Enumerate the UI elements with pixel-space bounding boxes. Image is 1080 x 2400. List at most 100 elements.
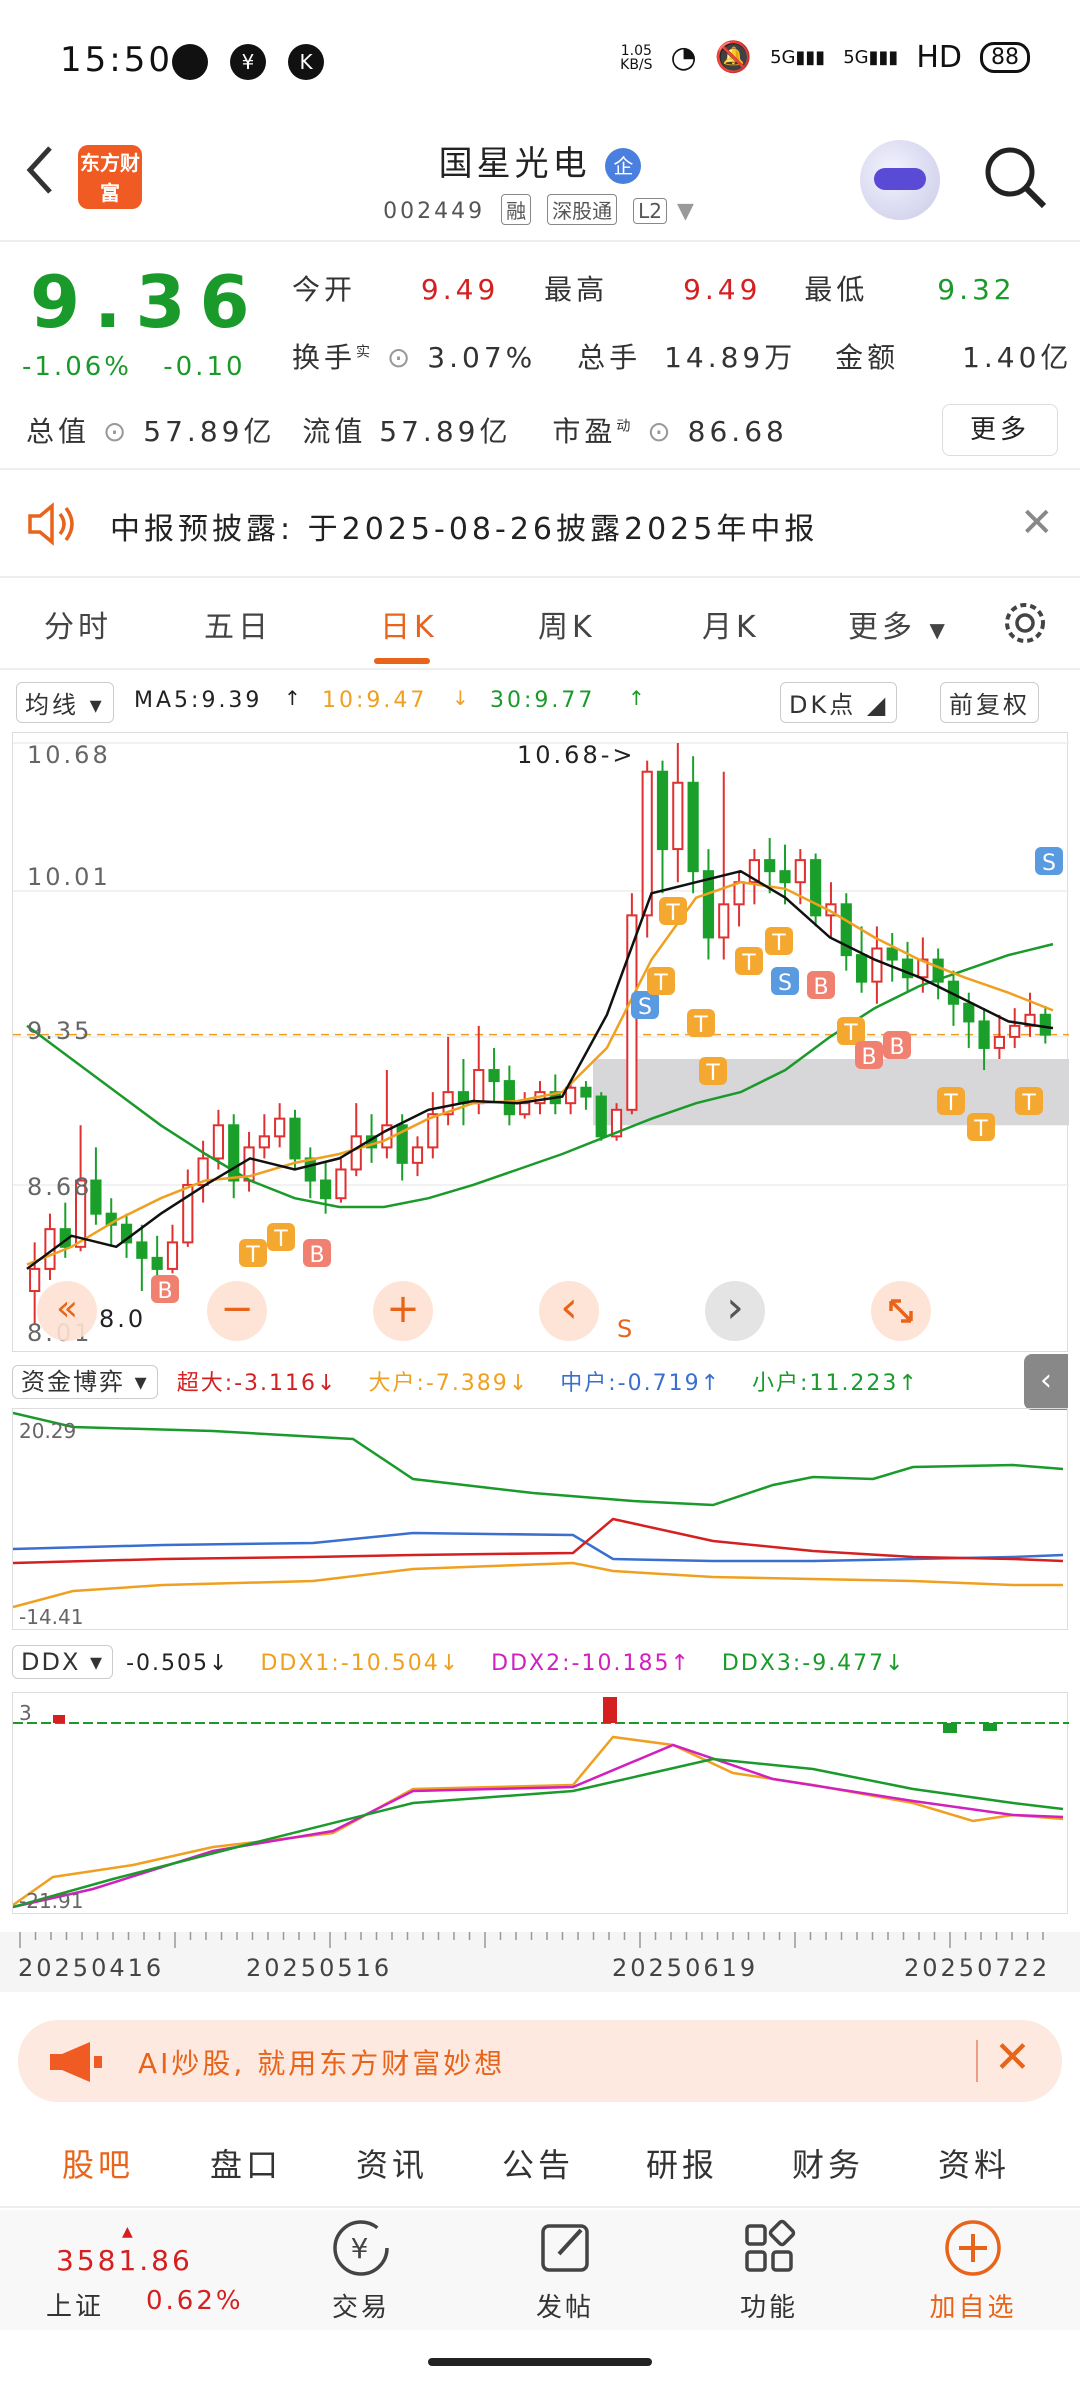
marker-label: T <box>653 971 668 996</box>
tag-margin: 融 <box>501 194 532 225</box>
candle-body <box>1039 1013 1051 1036</box>
ind1-top: 20.29 <box>19 1419 77 1443</box>
tab-weekly-k[interactable]: 周K <box>538 602 596 646</box>
candle-body <box>320 1179 332 1200</box>
arrow-up-icon: ↑ <box>284 686 304 710</box>
ddx3-value: DDX3:-9.477 <box>721 1651 886 1676</box>
stock-code: 002449 <box>383 199 486 224</box>
super-line <box>12 1517 1064 1565</box>
ddx-svg <box>12 1697 1069 1909</box>
tab-five-day[interactable]: 五日 <box>204 602 272 646</box>
ma-selector[interactable]: 均线 ▾ <box>16 682 114 723</box>
candle-body <box>886 947 898 961</box>
tab-daily-k[interactable]: 日K <box>380 602 438 646</box>
tab-more[interactable]: 更多 ▼ <box>848 602 949 646</box>
svg-text:¥: ¥ <box>351 2232 372 2265</box>
candle-body <box>488 1069 500 1083</box>
ai-banner-text: AI炒股, 就用东方财富妙想 <box>138 2047 506 2080</box>
candle-body <box>718 903 730 939</box>
k-app-icon: K <box>288 44 324 80</box>
adjust-selector[interactable]: 前复权 <box>940 682 1039 723</box>
candle-body <box>503 1080 515 1116</box>
tab-announcements[interactable]: 公告 <box>502 2140 574 2186</box>
ai-assistant-avatar[interactable] <box>860 140 940 220</box>
function-button[interactable]: 功能 <box>704 2210 834 2330</box>
notice-bar[interactable]: 中报预披露: 于2025-08-26披露2025年中报 ✕ <box>0 472 1080 578</box>
ddx-bar <box>983 1723 997 1731</box>
ddx-bar <box>603 1697 617 1723</box>
fund-flow-chart[interactable]: 20.29 -14.41 <box>12 1408 1068 1630</box>
post-button[interactable]: 发帖 <box>500 2210 630 2330</box>
fullscreen-button[interactable] <box>871 1281 931 1341</box>
stock-header: 东方财富 国星光电 企 002449 融 深股通 L2 ▼ <box>0 120 1080 242</box>
indicator2-selector[interactable]: DDX ▾ <box>12 1645 114 1679</box>
price-change: -1.06% -0.10 <box>22 352 246 382</box>
index-ticker[interactable]: ▲ 3581.86 上证 0.62% <box>46 2224 246 2324</box>
candle-body <box>1009 1024 1021 1038</box>
dk-selector[interactable]: DK点 ◢ <box>780 682 898 723</box>
tab-intraday[interactable]: 分时 <box>44 602 112 646</box>
indicator1-row: 资金博弈 ▾ 超大:-3.116↓ 大户:-7.389↓ 中户:-0.719↑ … <box>12 1362 919 1399</box>
zoom-out-button[interactable]: − <box>207 1281 267 1341</box>
side-collapse-button[interactable]: ‹ <box>1024 1354 1068 1410</box>
tab-finance[interactable]: 财务 <box>792 2140 864 2186</box>
notice-text: 中报预披露: 于2025-08-26披露2025年中报 <box>110 512 819 547</box>
candle-body <box>411 1146 424 1164</box>
indicator1-selector[interactable]: 资金博弈 ▾ <box>12 1365 158 1399</box>
content-tabs: 股吧 盘口 资讯 公告 研报 财务 资料 <box>0 2112 1080 2208</box>
tab-research[interactable]: 研报 <box>646 2140 718 2186</box>
tab-pankou[interactable]: 盘口 <box>210 2140 282 2186</box>
candle-body <box>687 781 699 873</box>
marker-label: B <box>813 975 828 1000</box>
close-icon[interactable]: ✕ <box>994 2032 1031 2083</box>
tab-news[interactable]: 资讯 <box>356 2140 428 2186</box>
ddx-bar <box>53 1715 65 1723</box>
close-icon[interactable]: ✕ <box>1020 500 1054 546</box>
dropdown-triangle-icon[interactable]: ▼ <box>677 199 697 224</box>
ddx-value: -0.505 <box>126 1651 210 1676</box>
expand-icon <box>889 1299 913 1323</box>
tab-guba[interactable]: 股吧 <box>62 2140 134 2186</box>
ai-banner[interactable]: AI炒股, 就用东方财富妙想 ✕ <box>18 2020 1062 2102</box>
add-watchlist-button[interactable]: 加自选 <box>908 2210 1038 2330</box>
active-tab-indicator <box>374 658 430 664</box>
prev-button[interactable]: ‹ <box>539 1281 599 1341</box>
index-name: 上证 <box>46 2292 105 2322</box>
home-indicator[interactable] <box>428 2358 652 2366</box>
candle-body <box>764 859 776 873</box>
date-tick-4: 20250722 <box>904 1954 1051 1982</box>
next-button[interactable]: › <box>705 1281 765 1341</box>
more-button[interactable]: 更多 <box>942 404 1058 456</box>
min-price-marker: 8.0 <box>99 1305 147 1333</box>
trade-button[interactable]: ¥ 交易 <box>296 2210 426 2330</box>
alarm-icon: ◔ <box>670 40 697 75</box>
plus-circle-icon <box>945 2220 1001 2276</box>
marker-label: B <box>157 1279 172 1304</box>
candle-body <box>656 770 669 851</box>
volume: 14.89万 <box>664 341 797 374</box>
candle-body <box>136 1241 148 1259</box>
turnover-rate: 3.07% <box>427 341 537 374</box>
large-value: 大户:-7.389 <box>368 1371 509 1396</box>
system-status: 1.05 KB/S ◔ 🔕 5G▮▮▮ 5G▮▮▮ HD 88 <box>620 40 1030 75</box>
search-button[interactable] <box>980 142 1050 212</box>
tab-profile[interactable]: 资料 <box>938 2140 1010 2186</box>
ddx1-line <box>12 1735 1064 1907</box>
marker-label: T <box>693 1013 708 1038</box>
amount: 1.40亿 <box>962 341 1073 374</box>
settings-button[interactable] <box>1000 598 1050 652</box>
zoom-in-button[interactable]: + <box>373 1281 433 1341</box>
rewind-button[interactable]: « <box>37 1281 97 1341</box>
yen-shield-icon: ¥ <box>230 44 266 80</box>
marker-label: B <box>861 1045 876 1070</box>
date-tick-3: 20250619 <box>612 1954 759 1982</box>
ddx-chart[interactable]: 3 -21.91 <box>12 1692 1069 1914</box>
date-tick-2: 20250516 <box>246 1954 393 1982</box>
tab-monthly-k[interactable]: 月K <box>702 602 760 646</box>
quote-row-3: 总值 ⊙ 57.89亿 流值 57.89亿 市盈动 ⊙ 86.68 <box>26 415 788 448</box>
add-watch-label: 加自选 <box>929 2293 1017 2323</box>
ddx-bar <box>943 1723 957 1733</box>
date-axis: 20250416 20250516 20250619 20250722 <box>0 1932 1080 1992</box>
kline-chart[interactable]: BTTBSTTTTTTSBTBBTTTS 10.68 10.01 9.35 8.… <box>12 732 1069 1352</box>
marker-label: T <box>245 1243 260 1268</box>
